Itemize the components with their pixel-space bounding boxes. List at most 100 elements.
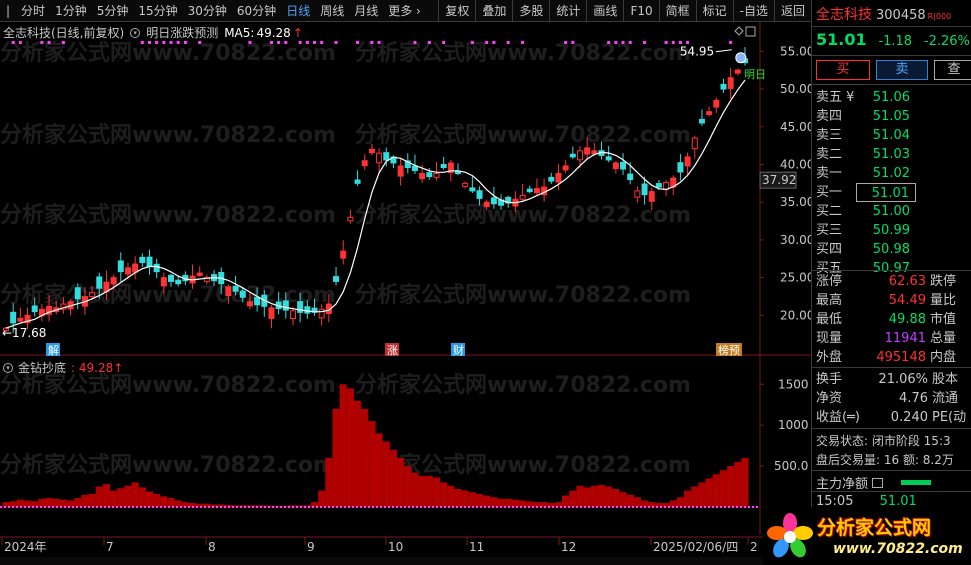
signal-dot <box>571 41 575 44</box>
order-buy-row[interactable]: 买一 51.01 <box>816 183 968 202</box>
candle-body <box>268 307 275 319</box>
y-tick-label: 25.00 <box>780 271 811 285</box>
sub-bar <box>483 495 491 507</box>
order-price: 51.02 <box>872 166 910 181</box>
order-label: 买一 <box>816 185 843 200</box>
watermark-text: 分析家公式网www.70822.com <box>0 202 336 228</box>
current-price-label: 37.92 <box>762 173 796 187</box>
x-tick-label: 8 <box>208 540 216 554</box>
signal-dot <box>729 41 733 44</box>
tool-button-0[interactable]: 复权 <box>438 0 475 22</box>
order-buy-row[interactable]: 买二 51.00 <box>816 202 968 221</box>
sub-bar <box>691 486 699 507</box>
sub-bar <box>425 475 433 507</box>
sub-bar <box>361 408 369 507</box>
stat-label: 现量 <box>816 331 843 346</box>
period-tab-2[interactable]: 5分钟 <box>92 0 134 22</box>
signal-dot <box>485 41 489 44</box>
tool-buttons: 复权 叠加 多股 统计 画线 F10 简框 标记 -自选 返回 <box>438 0 811 22</box>
signal-dot <box>643 41 647 44</box>
period-tab-9[interactable]: 更多 › <box>383 0 426 22</box>
tool-button-1[interactable]: 叠加 <box>475 0 512 22</box>
event-marker-label: 涨 <box>387 344 398 357</box>
tool-button-4[interactable]: 画线 <box>586 0 623 22</box>
tool-button-5[interactable]: F10 <box>623 0 658 22</box>
signal-dot <box>356 41 360 44</box>
watermark-text: 分析家公式网www.70822.com <box>355 372 691 398</box>
candle-body <box>74 287 81 300</box>
flower-logo-icon <box>767 513 813 558</box>
trade-buttons: 买 卖 查 <box>816 60 971 80</box>
order-sell-row[interactable]: 卖三 51.04 <box>816 126 968 145</box>
indicator-name[interactable]: 明日涨跌预测 <box>146 24 218 41</box>
stat-label: 外盘 <box>816 350 843 365</box>
sell-button[interactable]: 卖 <box>876 60 928 80</box>
order-price: 51.03 <box>872 147 910 162</box>
signal-dot <box>298 41 302 44</box>
y-tick-label: 30.00 <box>780 233 811 247</box>
list-icon[interactable] <box>872 477 884 488</box>
sub-bar <box>468 492 476 507</box>
tool-button-6[interactable]: 简框 <box>658 0 696 22</box>
sub-bar <box>612 489 620 507</box>
x-tick-label: 2 <box>750 540 758 554</box>
stat-label-2: PE(动 <box>932 410 967 425</box>
candle-body <box>333 276 340 282</box>
candle-body <box>340 250 347 259</box>
order-sell-row[interactable]: 卖五 ¥ 51.06 <box>816 88 968 107</box>
tool-button-9[interactable]: 返回 <box>773 0 811 22</box>
sub-bar <box>676 497 685 507</box>
period-tab-7[interactable]: 周线 <box>315 0 349 22</box>
stat-label-2: 量比 <box>930 293 957 308</box>
sub-bar <box>59 499 67 507</box>
stat-label-2: 内盘 <box>930 350 957 365</box>
sub-bar <box>454 489 462 507</box>
candle-body <box>426 172 433 178</box>
query-button[interactable]: 查 <box>934 60 971 80</box>
chart-toolbar: | 分时 1分钟 5分钟 15分钟 30分钟 60分钟 日线 周线 月线 更多 › 复权 叠加 多股统… <box>0 0 811 22</box>
buy-button[interactable]: 买 <box>816 60 870 80</box>
period-tab-1[interactable]: 1分钟 <box>50 0 92 22</box>
candle-body <box>648 191 655 202</box>
stat-value: 54.49 <box>888 293 926 308</box>
order-price: 50.99 <box>872 223 910 238</box>
toolbar-left-arrow[interactable]: | <box>0 0 16 22</box>
candle-body <box>612 162 619 170</box>
period-tab-3[interactable]: 15分钟 <box>133 0 182 22</box>
main-flow-row[interactable]: 主力净额 <box>816 473 932 492</box>
watermark-text: 分析家公式网www.70822.com <box>355 282 691 308</box>
order-sell-row[interactable]: 卖二 51.03 <box>816 145 968 164</box>
signal-dot <box>664 41 668 44</box>
order-sell-row[interactable]: 卖四 51.05 <box>816 107 968 126</box>
quote-price: 51.01 <box>816 30 867 49</box>
indicator-toggle-icon[interactable]: ▾ <box>130 27 141 38</box>
period-tab-6[interactable]: 日线 <box>281 0 315 22</box>
candle-body <box>576 150 583 161</box>
tool-button-7[interactable]: 标记 <box>695 0 733 22</box>
sub-y-tick-label: 1000 <box>778 418 809 432</box>
period-tab-5[interactable]: 60分钟 <box>232 0 281 22</box>
candle-body <box>519 194 526 200</box>
sub-indicator-name[interactable]: 金钻抄底 <box>18 359 66 376</box>
sub-bar <box>375 433 383 507</box>
signal-dot <box>413 41 417 44</box>
ma-label: MA5: <box>224 25 255 40</box>
order-buy-row[interactable]: 买三 50.99 <box>816 221 968 240</box>
trade-status: 交易状态: 闭市阶段 15:3 <box>816 434 951 448</box>
sub-bar <box>38 498 46 507</box>
tool-button-3[interactable]: 统计 <box>549 0 586 22</box>
quote-stock-name: 全志科技 <box>816 7 872 23</box>
sub-indicator-toggle-icon[interactable]: ▾ <box>3 362 13 373</box>
chart-area[interactable]: 分析家公式网www.70822.com 分析家公式网www.70822.com 分析… <box>0 22 811 557</box>
order-sell-row[interactable]: 卖一 51.02 <box>816 164 968 183</box>
tool-button-8[interactable]: -自选 <box>732 0 774 22</box>
sub-bar <box>633 497 641 507</box>
y-tick-label: 45.00 <box>780 120 811 134</box>
order-buy-row[interactable]: 买四 50.98 <box>816 240 968 259</box>
period-tab-4[interactable]: 30分钟 <box>183 0 232 22</box>
period-tab-0[interactable]: 分时 <box>16 0 50 22</box>
tool-button-2[interactable]: 多股 <box>512 0 549 22</box>
y-tick-label: 50.00 <box>780 82 811 96</box>
period-tab-8[interactable]: 月线 <box>349 0 383 22</box>
candle-body <box>605 156 612 161</box>
